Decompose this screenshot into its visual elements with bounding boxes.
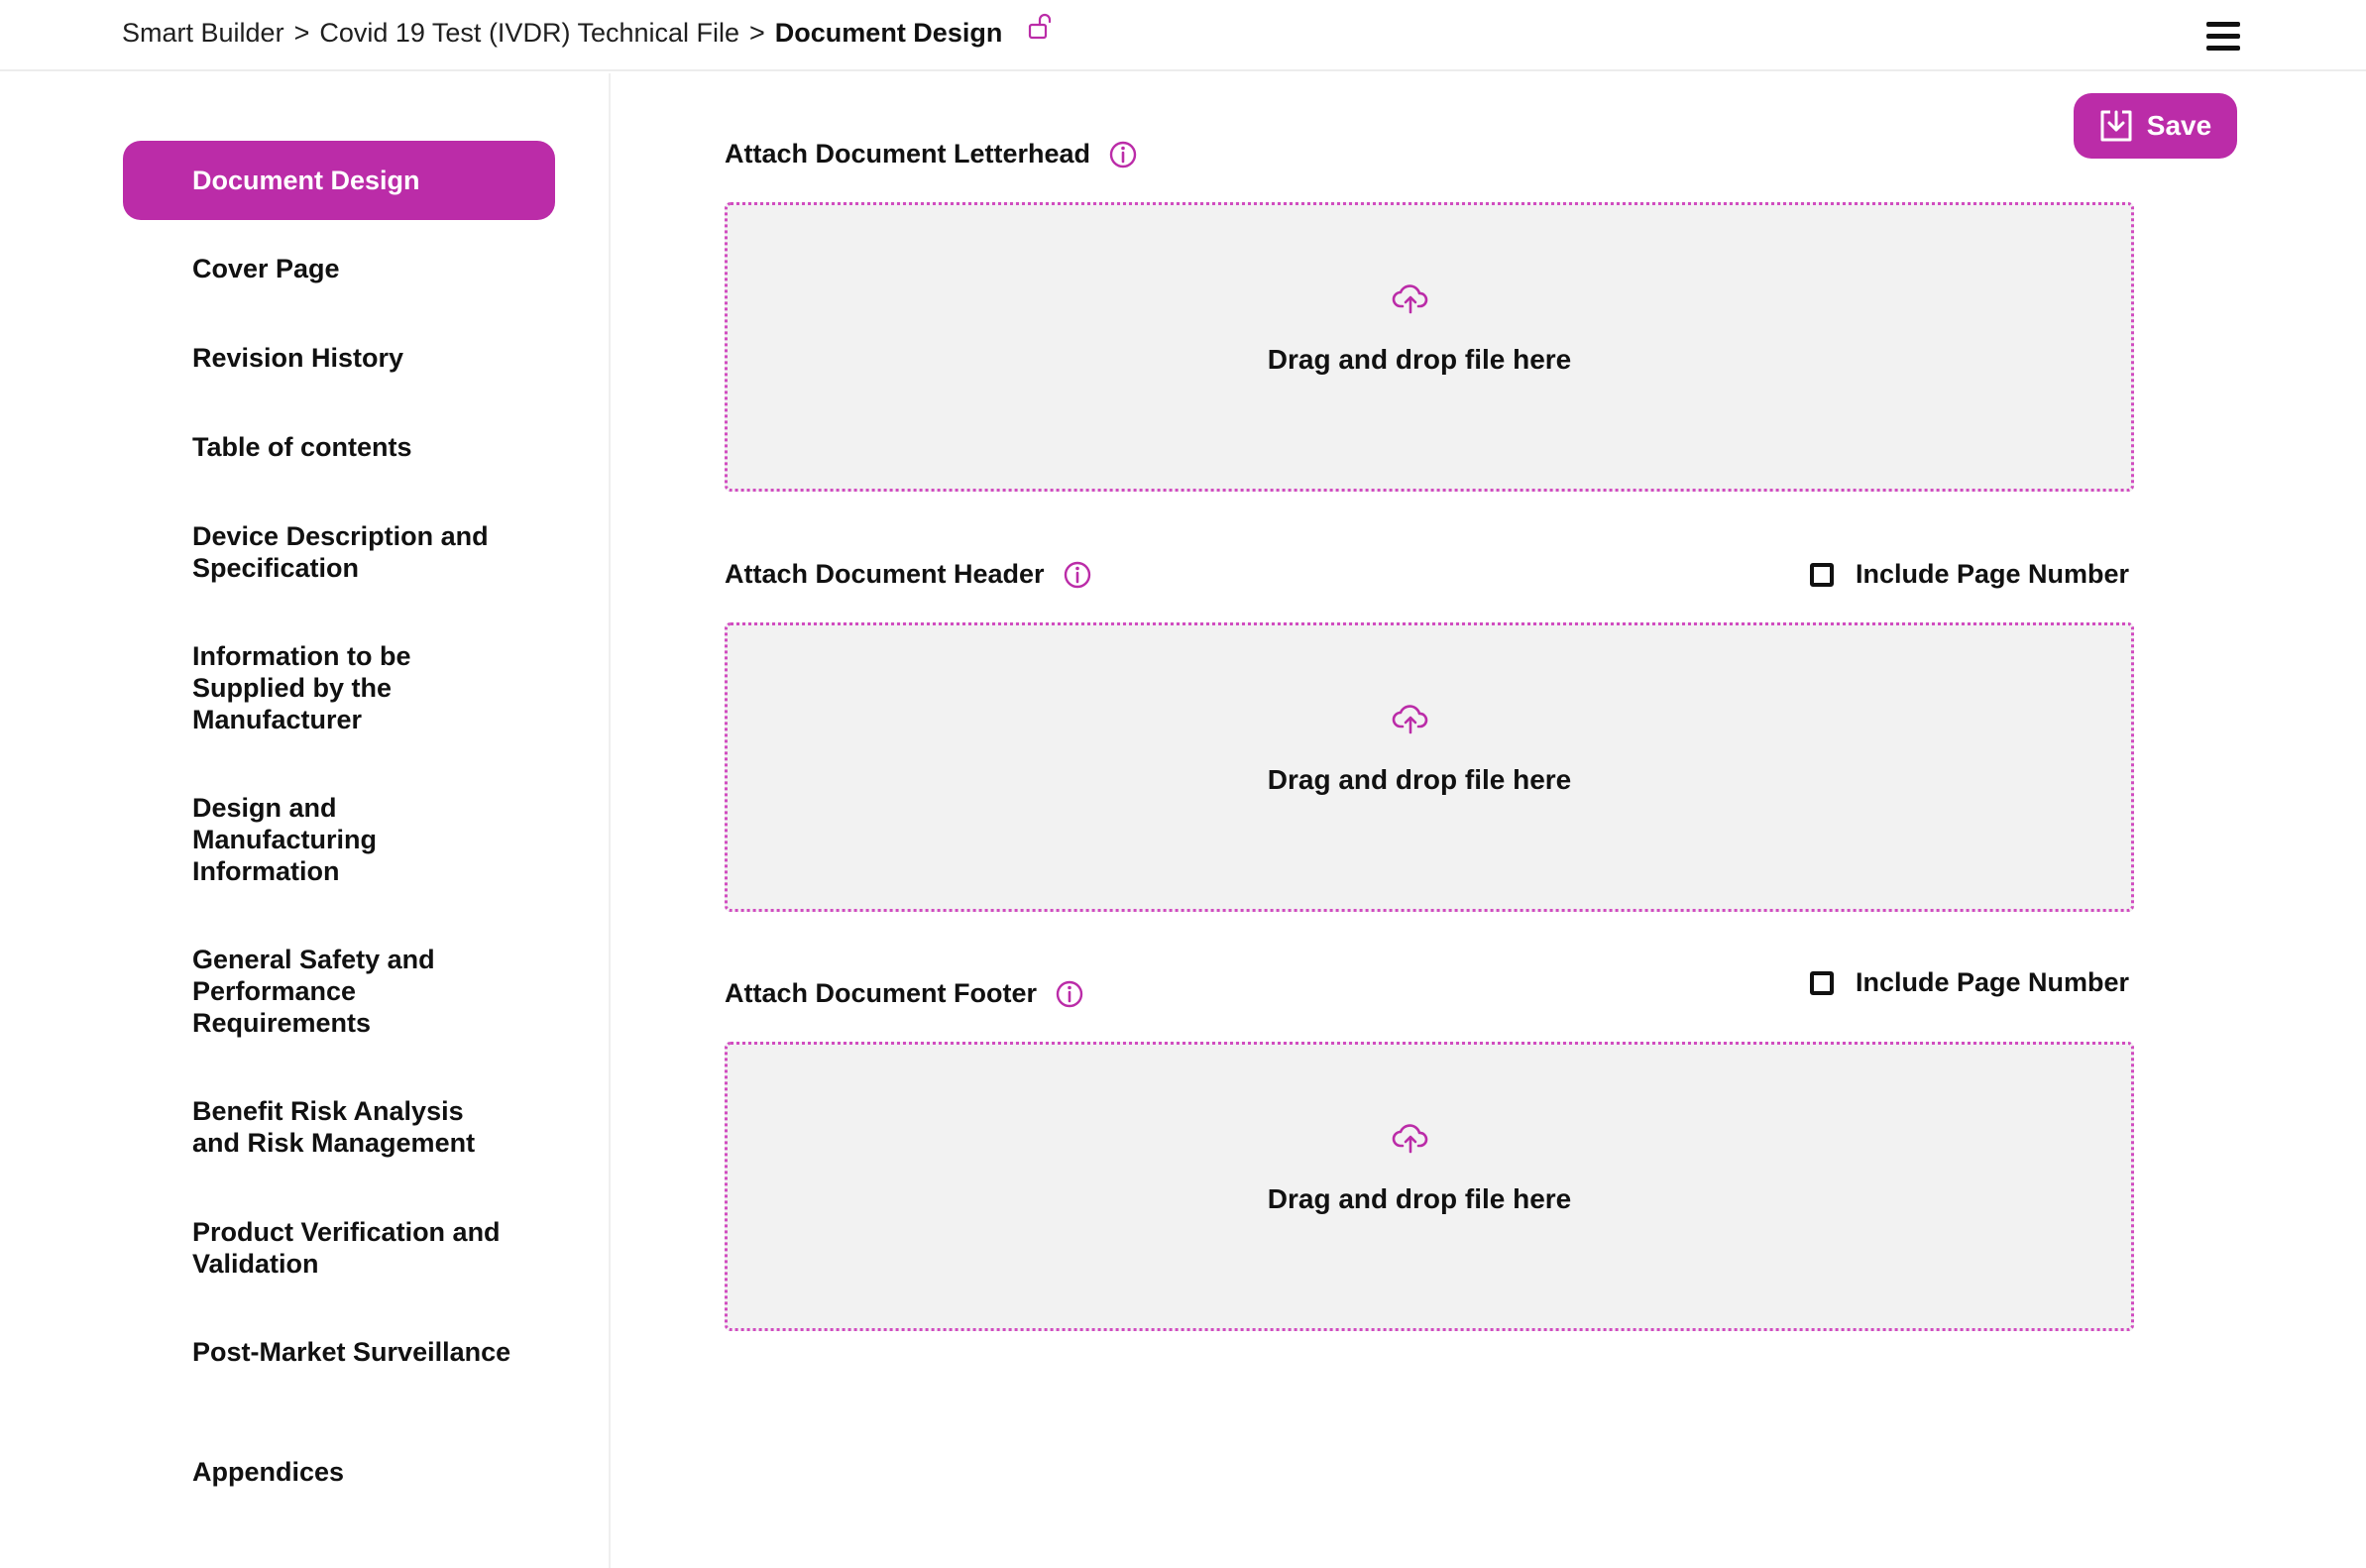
header-include-page-number: Include Page Number [1810,559,2129,590]
breadcrumb-item-smart-builder[interactable]: Smart Builder [122,16,284,50]
footer-label-text: Attach Document Footer [725,978,1038,1008]
sidebar-item-label: Design and Manufacturing Information [192,793,377,886]
sidebar-item-label: General Safety and Performance Requireme… [192,945,435,1038]
save-button[interactable]: Save [2074,93,2237,159]
sidebar-item-label: Product Verification and Validation [192,1217,501,1279]
sidebar-item-label: Device Description and Specification [192,521,489,583]
breadcrumb: Smart Builder > Covid 19 Test (IVDR) Tec… [122,13,1054,50]
sidebar-item-label: Benefit Risk Analysis and Risk Managemen… [192,1096,476,1158]
sidebar-item-information-supplied[interactable]: Information to be Supplied by the Manufa… [123,640,555,735]
footer-page-number-checkbox[interactable] [1810,970,1834,995]
sidebar-item-label: Document Design [192,166,420,195]
footer-include-page-number: Include Page Number [1810,967,2129,998]
dropzone-text: Drag and drop file here [1267,1183,1572,1214]
sidebar-item-label: Post-Market Surveillance [192,1337,511,1367]
letterhead-section-label: Attach Document Letterhead [725,139,1138,169]
header-label-text: Attach Document Header [725,559,1045,589]
sidebar-item-label: Cover Page [192,254,340,283]
header-section-label: Attach Document Header [725,559,1092,590]
info-icon[interactable] [1063,560,1092,590]
checkbox-label: Include Page Number [1856,559,2130,589]
sidebar: Document Design Cover Page Revision Hist… [0,73,611,1568]
checkbox-label: Include Page Number [1856,967,2130,997]
letterhead-label-text: Attach Document Letterhead [725,139,1091,168]
dropzone-text: Drag and drop file here [1267,344,1572,375]
breadcrumb-separator: > [293,18,310,48]
save-button-label: Save [2146,110,2212,141]
sidebar-item-document-design[interactable]: Document Design [123,141,555,220]
sidebar-item-appendices[interactable]: Appendices [123,1456,555,1488]
dropzone-text: Drag and drop file here [1267,764,1572,795]
sidebar-item-product-verification[interactable]: Product Verification and Validation [123,1216,555,1280]
sidebar-item-label: Information to be Supplied by the Manufa… [192,641,411,734]
sidebar-item-post-market[interactable]: Post-Market Surveillance [123,1336,555,1368]
sidebar-item-label: Table of contents [192,432,412,462]
letterhead-dropzone[interactable]: Drag and drop file here [725,202,2134,492]
breadcrumb-separator: > [749,18,765,48]
sidebar-item-benefit-risk[interactable]: Benefit Risk Analysis and Risk Managemen… [123,1095,555,1159]
info-icon[interactable] [1055,979,1084,1009]
sidebar-item-label: Revision History [192,343,404,373]
info-icon[interactable] [1108,140,1138,169]
unlock-icon[interactable] [1028,12,1054,42]
header-dropzone[interactable]: Drag and drop file here [725,622,2134,912]
top-bar: Smart Builder > Covid 19 Test (IVDR) Tec… [0,0,2366,71]
sidebar-item-design-manufacturing[interactable]: Design and Manufacturing Information [123,792,555,887]
footer-dropzone[interactable]: Drag and drop file here [725,1042,2134,1331]
sidebar-item-revision-history[interactable]: Revision History [123,342,555,374]
sidebar-item-table-of-contents[interactable]: Table of contents [123,431,555,463]
cloud-upload-icon [1392,284,1428,314]
download-save-icon [2100,110,2132,142]
hamburger-menu-icon[interactable] [2206,22,2240,52]
cloud-upload-icon [1392,705,1428,734]
sidebar-item-label: Appendices [192,1457,345,1487]
sidebar-item-cover-page[interactable]: Cover Page [123,253,555,284]
footer-section-label: Attach Document Footer [725,978,1084,1009]
header-page-number-checkbox[interactable] [1810,562,1834,587]
breadcrumb-item-technical-file[interactable]: Covid 19 Test (IVDR) Technical File [319,16,739,50]
cloud-upload-icon [1392,1124,1428,1154]
sidebar-item-device-description[interactable]: Device Description and Specification [123,520,555,584]
breadcrumb-current: Document Design [774,18,1003,48]
sidebar-item-general-safety[interactable]: General Safety and Performance Requireme… [123,944,555,1039]
